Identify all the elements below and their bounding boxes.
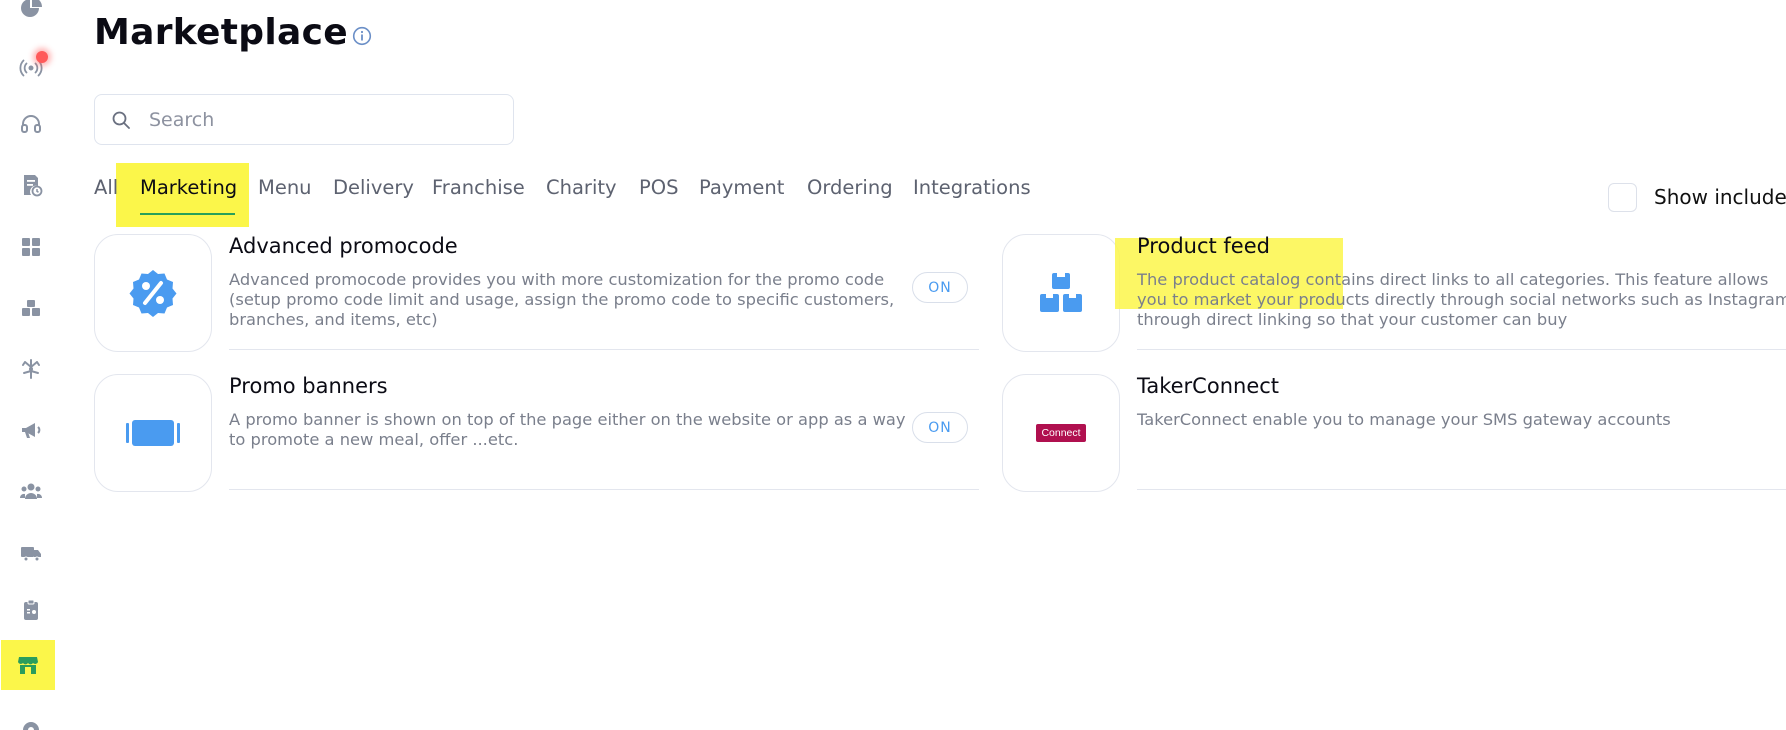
- advanced-promocode-toggle[interactable]: ON: [912, 272, 968, 303]
- marketplace-store-icon[interactable]: [1, 640, 55, 690]
- search-icon: [112, 111, 130, 129]
- card-divider: [229, 349, 979, 350]
- document-clock-icon: [24, 175, 43, 197]
- inventory-boxes-icon[interactable]: [11, 288, 51, 328]
- notification-dot: [36, 51, 48, 63]
- tab-delivery[interactable]: Delivery: [333, 176, 414, 199]
- product-feed-icon-box: [1002, 234, 1120, 352]
- info-icon[interactable]: [352, 26, 372, 46]
- clipboard-icon: [24, 599, 38, 620]
- tab-payment[interactable]: Payment: [699, 176, 784, 199]
- advanced-promocode-icon-box: [94, 234, 212, 352]
- truck-icon: [21, 547, 41, 562]
- sidebar: [0, 0, 62, 730]
- active-tab-underline: [140, 213, 235, 215]
- tree-icon: [22, 359, 40, 379]
- banner-icon: [126, 420, 180, 446]
- pie-chart-icon: [21, 0, 42, 17]
- promo-banners-icon-box: [94, 374, 212, 492]
- card-desc-advanced-promocode: Advanced promocode provides you with mor…: [229, 270, 895, 329]
- tab-ordering[interactable]: Ordering: [807, 176, 893, 199]
- customers-group-icon[interactable]: [11, 471, 51, 511]
- card-desc-promo-banners: A promo banner is shown on top of the pa…: [229, 410, 906, 449]
- show-included-label: Show included: [1654, 185, 1786, 209]
- takerconnect-icon-box: Connect: [1002, 374, 1120, 492]
- boxes-icon: [1040, 273, 1082, 312]
- card-divider: [229, 489, 979, 490]
- tab-charity[interactable]: Charity: [546, 176, 617, 199]
- dashboard-grid-icon[interactable]: [11, 227, 51, 267]
- tab-integrations[interactable]: Integrations: [913, 176, 1031, 199]
- headset-icon: [21, 115, 41, 133]
- search-input[interactable]: [149, 108, 489, 131]
- reports-pie-icon[interactable]: [11, 0, 51, 28]
- tab-all[interactable]: All: [94, 176, 118, 199]
- card-desc-takerconnect: TakerConnect enable you to manage your S…: [1137, 410, 1671, 429]
- settings-gear-icon[interactable]: [11, 710, 51, 730]
- users-icon: [19, 483, 43, 499]
- card-title-promo-banners[interactable]: Promo banners: [229, 374, 388, 398]
- tab-pos[interactable]: POS: [639, 176, 679, 199]
- gear-icon: [23, 722, 39, 730]
- boxes-icon: [22, 300, 40, 316]
- megaphone-icon: [22, 423, 41, 438]
- promo-banners-toggle[interactable]: ON: [912, 412, 968, 443]
- show-included-checkbox[interactable]: [1608, 183, 1637, 212]
- store-icon: [18, 657, 38, 674]
- card-divider: [1137, 489, 1786, 490]
- badge-percent-icon: [129, 270, 177, 317]
- card-title-product-feed[interactable]: Product feed: [1137, 234, 1270, 258]
- tab-marketing[interactable]: Marketing: [140, 176, 237, 199]
- grid-icon: [22, 238, 40, 256]
- card-title-takerconnect[interactable]: TakerConnect: [1137, 374, 1279, 398]
- page-title: Marketplace: [94, 12, 348, 53]
- card-divider: [1137, 349, 1786, 350]
- card-desc-product-feed: The product catalog contains direct link…: [1137, 270, 1786, 329]
- support-headset-icon[interactable]: [11, 104, 51, 144]
- tab-franchise[interactable]: Franchise: [432, 176, 525, 199]
- search-box[interactable]: [94, 94, 514, 145]
- organization-tree-icon[interactable]: [11, 349, 51, 389]
- card-title-advanced-promocode[interactable]: Advanced promocode: [229, 234, 458, 258]
- marketing-megaphone-icon[interactable]: [11, 410, 51, 450]
- orders-report-icon[interactable]: [11, 165, 51, 205]
- delivery-truck-icon[interactable]: [11, 533, 51, 573]
- clipboard-report-icon[interactable]: [11, 590, 51, 630]
- connect-logo: Connect: [1036, 424, 1086, 442]
- tab-menu[interactable]: Menu: [258, 176, 312, 199]
